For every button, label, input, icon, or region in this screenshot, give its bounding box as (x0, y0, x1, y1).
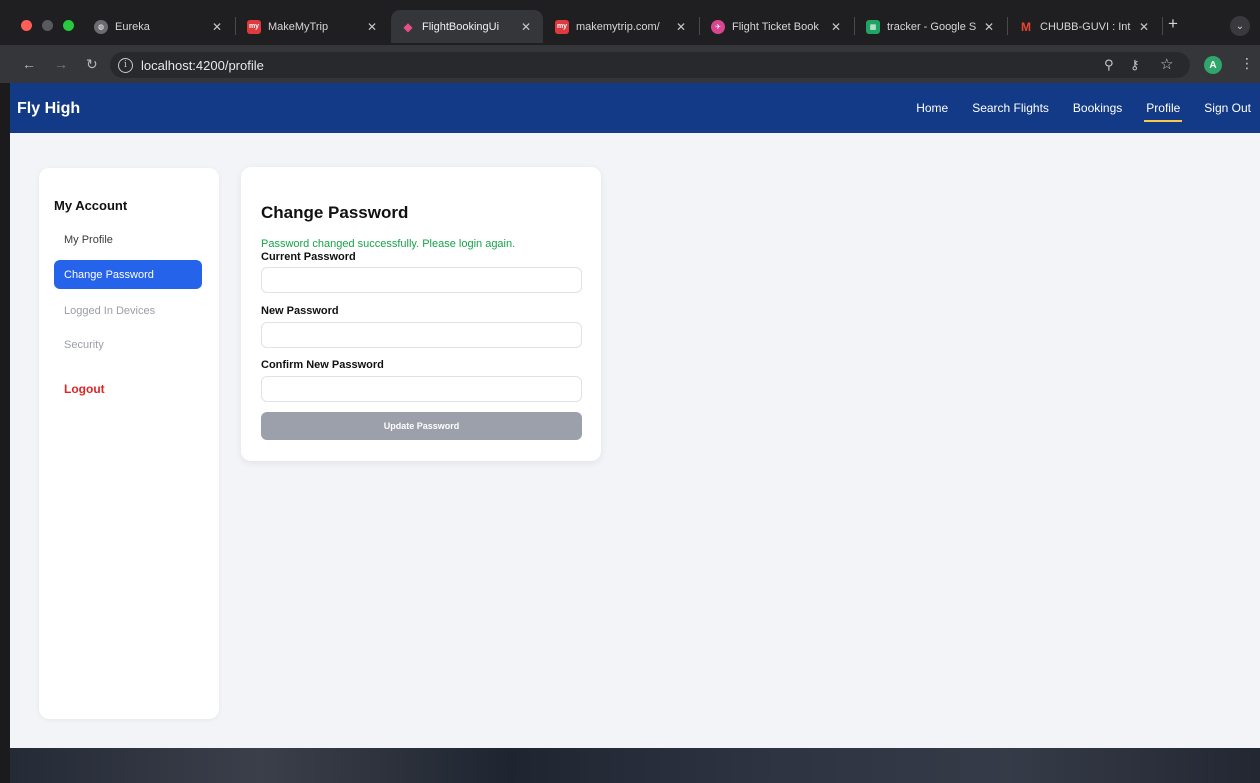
globe-icon: ◍ (94, 19, 108, 34)
new-password-label: New Password (261, 305, 339, 317)
close-icon[interactable]: ✕ (676, 20, 686, 34)
address-bar[interactable] (110, 52, 1190, 78)
bookmark-star-icon[interactable]: ☆ (1160, 55, 1173, 73)
tab-title: makemytrip.com/ (576, 20, 660, 33)
tab-title: Eureka (115, 20, 150, 33)
browser-tab-makemytrip-com[interactable]: my makemytrip.com/ ✕ (545, 10, 698, 43)
tab-divider (235, 17, 236, 35)
nav-link-home[interactable]: Home (916, 101, 948, 115)
sidebar-item-my-profile[interactable]: My Profile (54, 225, 202, 254)
reload-icon[interactable]: ↻ (86, 56, 98, 73)
browser-tab-bar: ◍ Eureka ✕ my MakeMyTrip ✕ ◆ FlightBooki… (0, 0, 1260, 45)
tab-title: FlightBookingUi (422, 20, 500, 33)
tab-divider (699, 17, 700, 35)
current-password-label: Current Password (261, 251, 356, 263)
zoom-icon[interactable]: ⚲ (1104, 57, 1114, 73)
site-info-icon[interactable]: i (118, 57, 133, 73)
window-close-button[interactable] (21, 20, 32, 31)
new-tab-plus-icon[interactable]: + (1168, 14, 1178, 34)
site-navbar: Fly High Home Search Flights Bookings Pr… (10, 83, 1260, 133)
browser-tab-chubb-guvi[interactable]: M CHUBB-GUVI : Int ✕ (1009, 10, 1161, 43)
tab-title: tracker - Google S (887, 20, 976, 33)
tab-divider (1007, 17, 1008, 35)
back-arrow-icon[interactable]: ← (22, 56, 36, 72)
url-display[interactable]: i localhost:4200/profile (118, 52, 264, 78)
makemytrip-favicon-icon: my (247, 19, 261, 34)
gmail-favicon-icon: M (1021, 19, 1031, 34)
nav-link-bookings[interactable]: Bookings (1073, 101, 1122, 115)
sidebar-logout-button[interactable]: Logout (54, 374, 202, 403)
browser-tab-makemytrip[interactable]: my MakeMyTrip ✕ (237, 10, 389, 43)
nav-links: Home Search Flights Bookings Profile Sig… (916, 83, 1260, 133)
sidebar-title: My Account (54, 198, 128, 213)
nav-link-profile[interactable]: Profile (1144, 101, 1183, 122)
makemytrip-favicon-icon: my (555, 19, 569, 34)
forward-arrow-icon[interactable]: → (54, 56, 68, 72)
new-password-input[interactable] (261, 322, 582, 348)
close-icon[interactable]: ✕ (831, 20, 841, 34)
tab-divider (854, 17, 855, 35)
footer-background-image (10, 748, 1260, 783)
close-icon[interactable]: ✕ (367, 20, 377, 34)
tab-title: CHUBB-GUVI : Int (1040, 20, 1131, 33)
current-password-input[interactable] (261, 267, 582, 293)
brand-logo-text[interactable]: Fly High (17, 100, 80, 118)
success-message: Password changed successfully. Please lo… (261, 238, 516, 250)
update-password-button[interactable]: Update Password (261, 412, 582, 440)
password-key-icon[interactable]: ⚷ (1130, 57, 1140, 73)
tab-search-chevron-icon[interactable]: ⌄ (1230, 16, 1250, 36)
tab-title: MakeMyTrip (268, 20, 329, 33)
confirm-password-label: Confirm New Password (261, 359, 384, 371)
sidebar-item-logged-in-devices[interactable]: Logged In Devices (54, 296, 202, 325)
browser-tab-tracker[interactable]: ▦ tracker - Google S ✕ (856, 10, 1006, 43)
tab-title: Flight Ticket Book (732, 20, 819, 33)
sheets-favicon-icon: ▦ (866, 19, 880, 34)
window-minimize-button[interactable] (42, 20, 53, 31)
url-text: localhost:4200/profile (141, 57, 264, 73)
profile-avatar[interactable]: A (1204, 56, 1222, 74)
window-zoom-button[interactable] (63, 20, 74, 31)
flight-favicon-icon: ✈ (711, 19, 725, 34)
close-icon[interactable]: ✕ (984, 20, 994, 34)
close-icon[interactable]: ✕ (521, 20, 531, 34)
browser-tab-flightbookingui[interactable]: ◆ FlightBookingUi ✕ (391, 10, 543, 43)
tab-divider (1162, 17, 1163, 35)
angular-favicon-icon: ◆ (403, 19, 413, 34)
nav-link-search-flights[interactable]: Search Flights (972, 101, 1049, 115)
change-password-card: Change Password Password changed success… (241, 167, 601, 461)
sidebar-item-change-password[interactable]: Change Password (54, 260, 202, 289)
card-title: Change Password (261, 203, 409, 222)
close-icon[interactable]: ✕ (212, 20, 222, 34)
browser-menu-icon[interactable]: ⋮ (1240, 55, 1254, 72)
confirm-password-input[interactable] (261, 376, 582, 402)
close-icon[interactable]: ✕ (1139, 20, 1149, 34)
sidebar-item-security[interactable]: Security (54, 330, 202, 359)
account-sidebar: My Account My Profile Change Password Lo… (39, 168, 219, 719)
page-viewport: Fly High Home Search Flights Bookings Pr… (10, 83, 1260, 783)
nav-link-sign-out[interactable]: Sign Out (1204, 101, 1251, 115)
browser-tab-eureka[interactable]: ◍ Eureka ✕ (84, 10, 234, 43)
browser-tab-flight-ticket[interactable]: ✈ Flight Ticket Book ✕ (701, 10, 853, 43)
